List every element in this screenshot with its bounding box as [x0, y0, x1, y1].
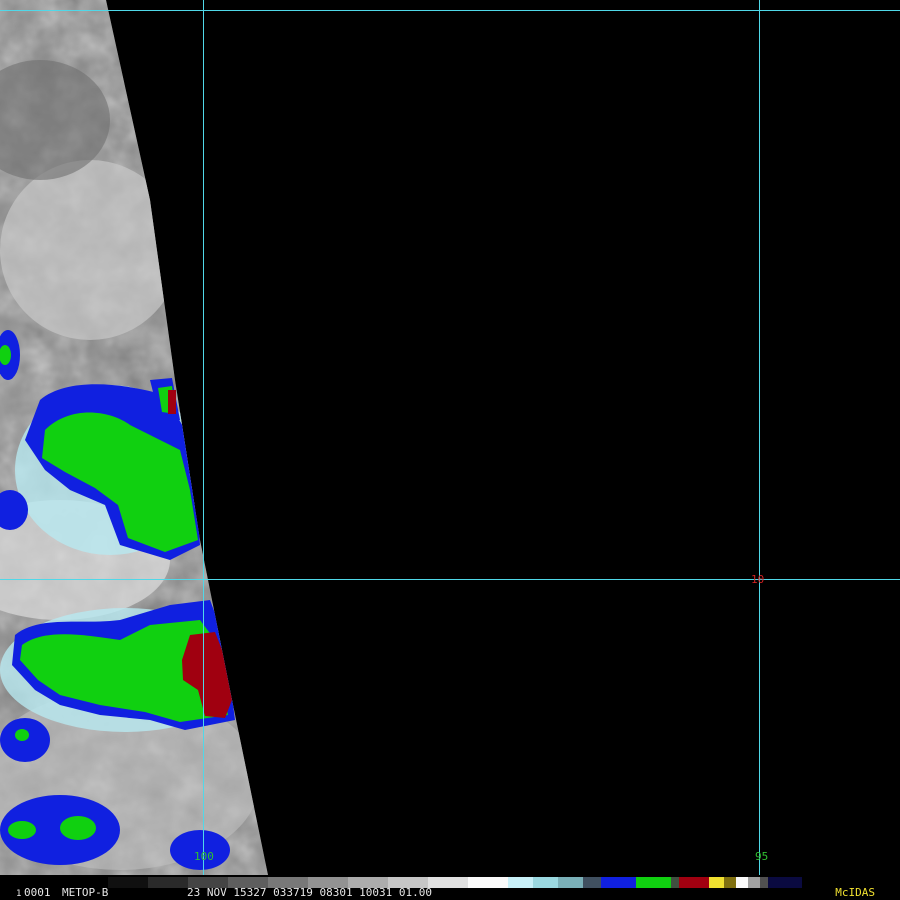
frame-id: 1	[16, 889, 22, 899]
satellite-image: 10 100 95	[0, 0, 900, 875]
mcidas-brand: McIDAS	[835, 886, 875, 899]
imagery-swath	[0, 0, 268, 875]
lon-label-100: 100	[194, 850, 214, 863]
lon-label-95: 95	[755, 850, 768, 863]
lat-label-10: 10	[751, 573, 764, 586]
satellite-name: METOP-B	[62, 886, 109, 899]
frame-number: 0001	[24, 886, 51, 899]
date-time-stamp: 23 NOV 15327 033719 08301 10031 01.00	[187, 886, 433, 899]
